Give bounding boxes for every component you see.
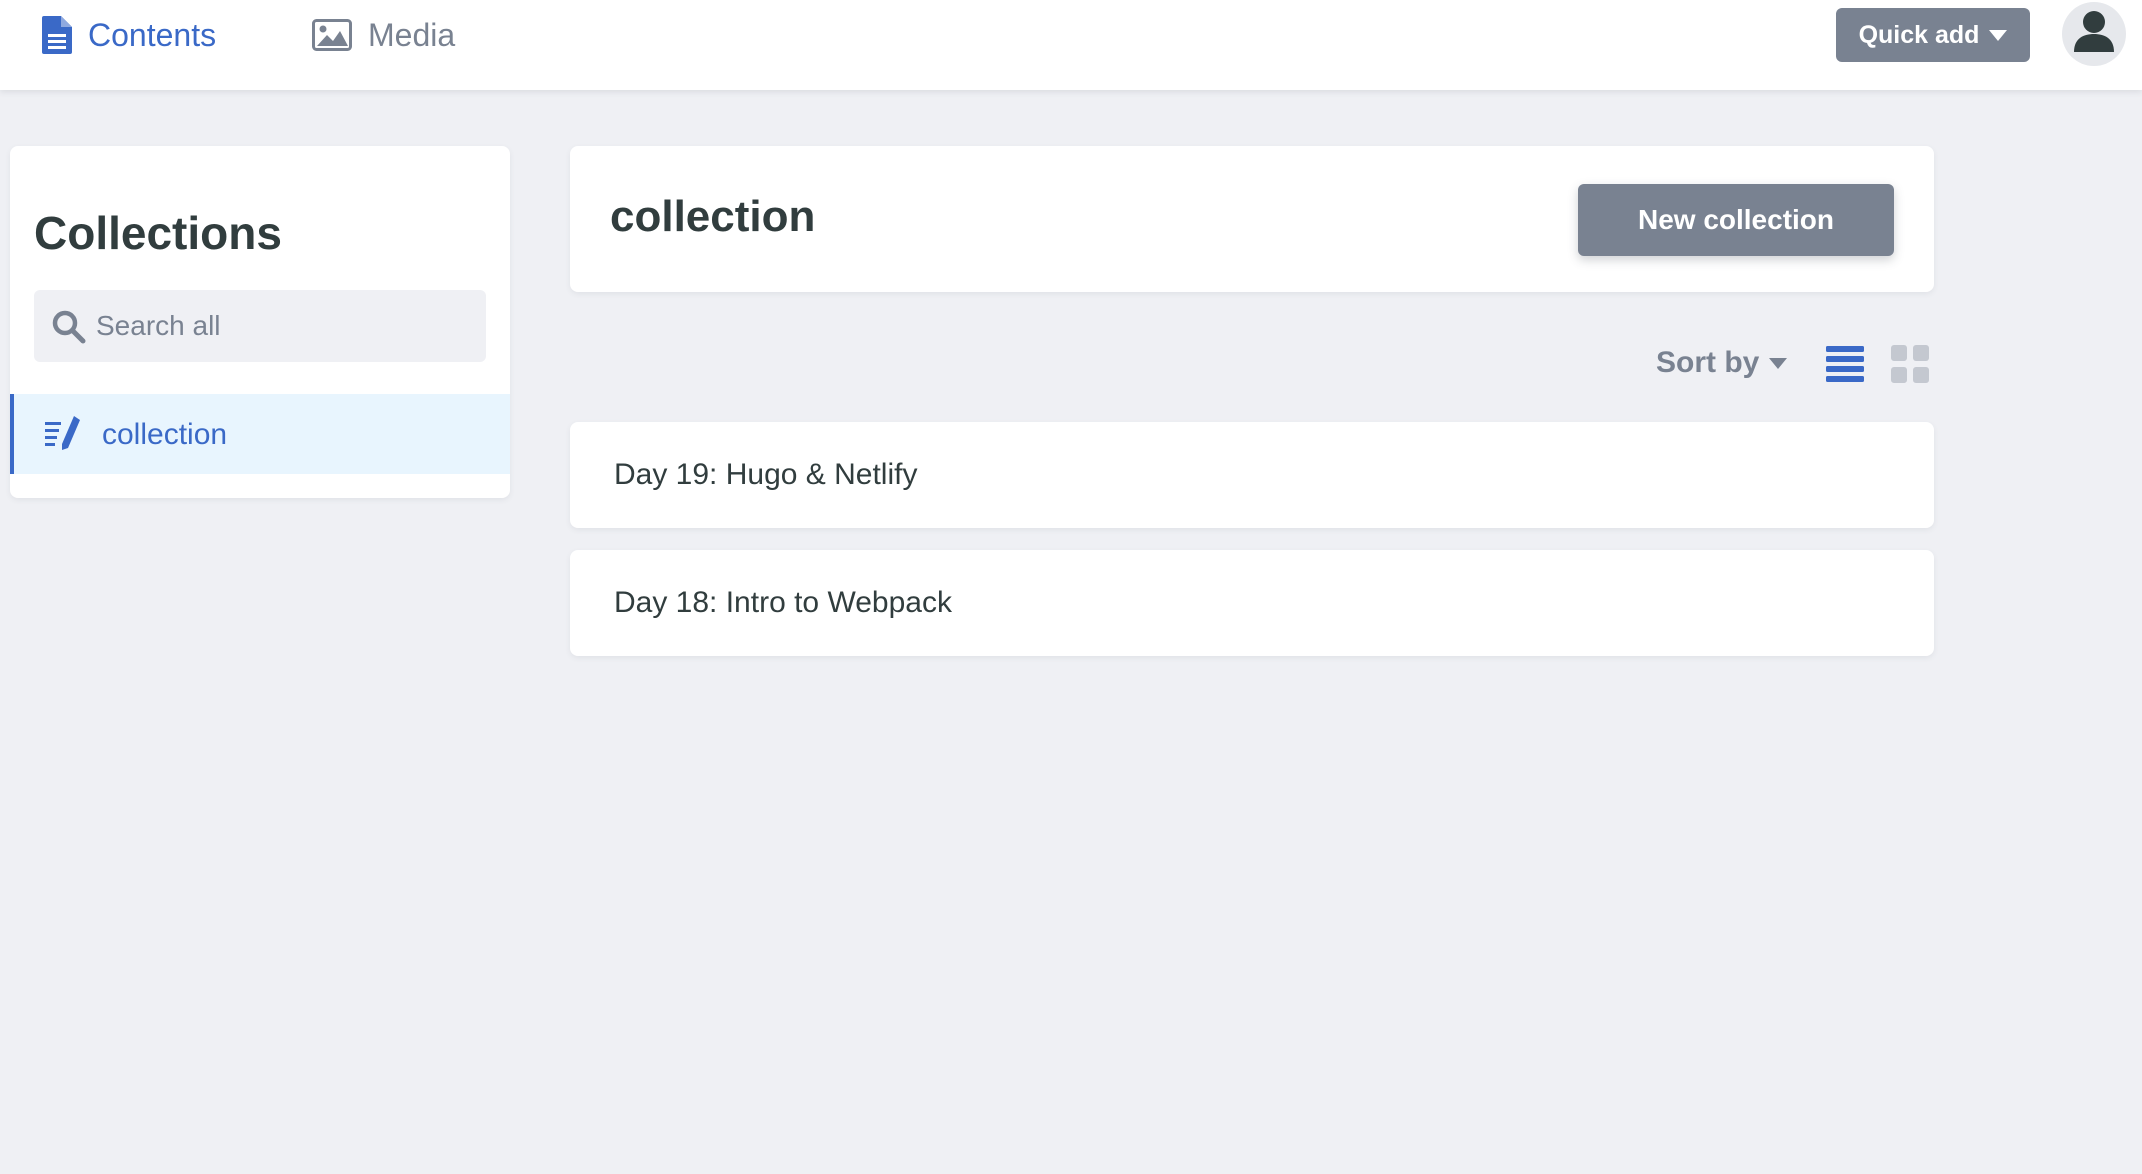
nav-contents-label: Contents <box>88 16 217 53</box>
search-input[interactable] <box>96 290 476 362</box>
sidebar-item-collection[interactable]: collection <box>10 394 510 474</box>
search-icon <box>52 310 86 349</box>
chevron-down-icon <box>1769 357 1788 369</box>
nav-media-link[interactable]: Media <box>312 0 455 70</box>
user-icon <box>2062 2 2126 66</box>
sort-by-dropdown[interactable]: Sort by <box>1656 346 1788 380</box>
quick-add-label: Quick add <box>1858 20 1980 49</box>
view-toolbar: Sort by <box>570 334 1934 394</box>
nav-media-label: Media <box>368 16 456 53</box>
top-bar: Contents Media Quick add <box>0 0 2142 90</box>
nav-contents-link[interactable]: Contents <box>42 0 216 70</box>
write-icon <box>44 414 82 457</box>
collection-header: collection New collection <box>570 146 1934 292</box>
search-box[interactable] <box>34 290 486 362</box>
chevron-down-icon <box>1989 29 2008 41</box>
quick-add-button[interactable]: Quick add <box>1836 8 2030 62</box>
avatar[interactable] <box>2062 2 2126 66</box>
list-item[interactable]: Day 18: Intro to Webpack <box>570 550 1934 656</box>
new-collection-button[interactable]: New collection <box>1578 184 1894 256</box>
entry-title: Day 19: Hugo & Netlify <box>614 458 918 491</box>
document-icon <box>42 16 72 54</box>
image-icon <box>312 19 352 51</box>
collections-sidebar: Collections collection <box>10 146 510 498</box>
list-view-icon[interactable] <box>1826 344 1864 389</box>
sidebar-title: Collections <box>34 207 282 259</box>
sidebar-item-label: collection <box>102 418 228 451</box>
grid-view-icon[interactable] <box>1890 344 1930 389</box>
sort-by-label: Sort by <box>1656 346 1760 379</box>
entry-title: Day 18: Intro to Webpack <box>614 586 952 619</box>
page-title: collection <box>610 192 816 241</box>
list-item[interactable]: Day 19: Hugo & Netlify <box>570 422 1934 528</box>
